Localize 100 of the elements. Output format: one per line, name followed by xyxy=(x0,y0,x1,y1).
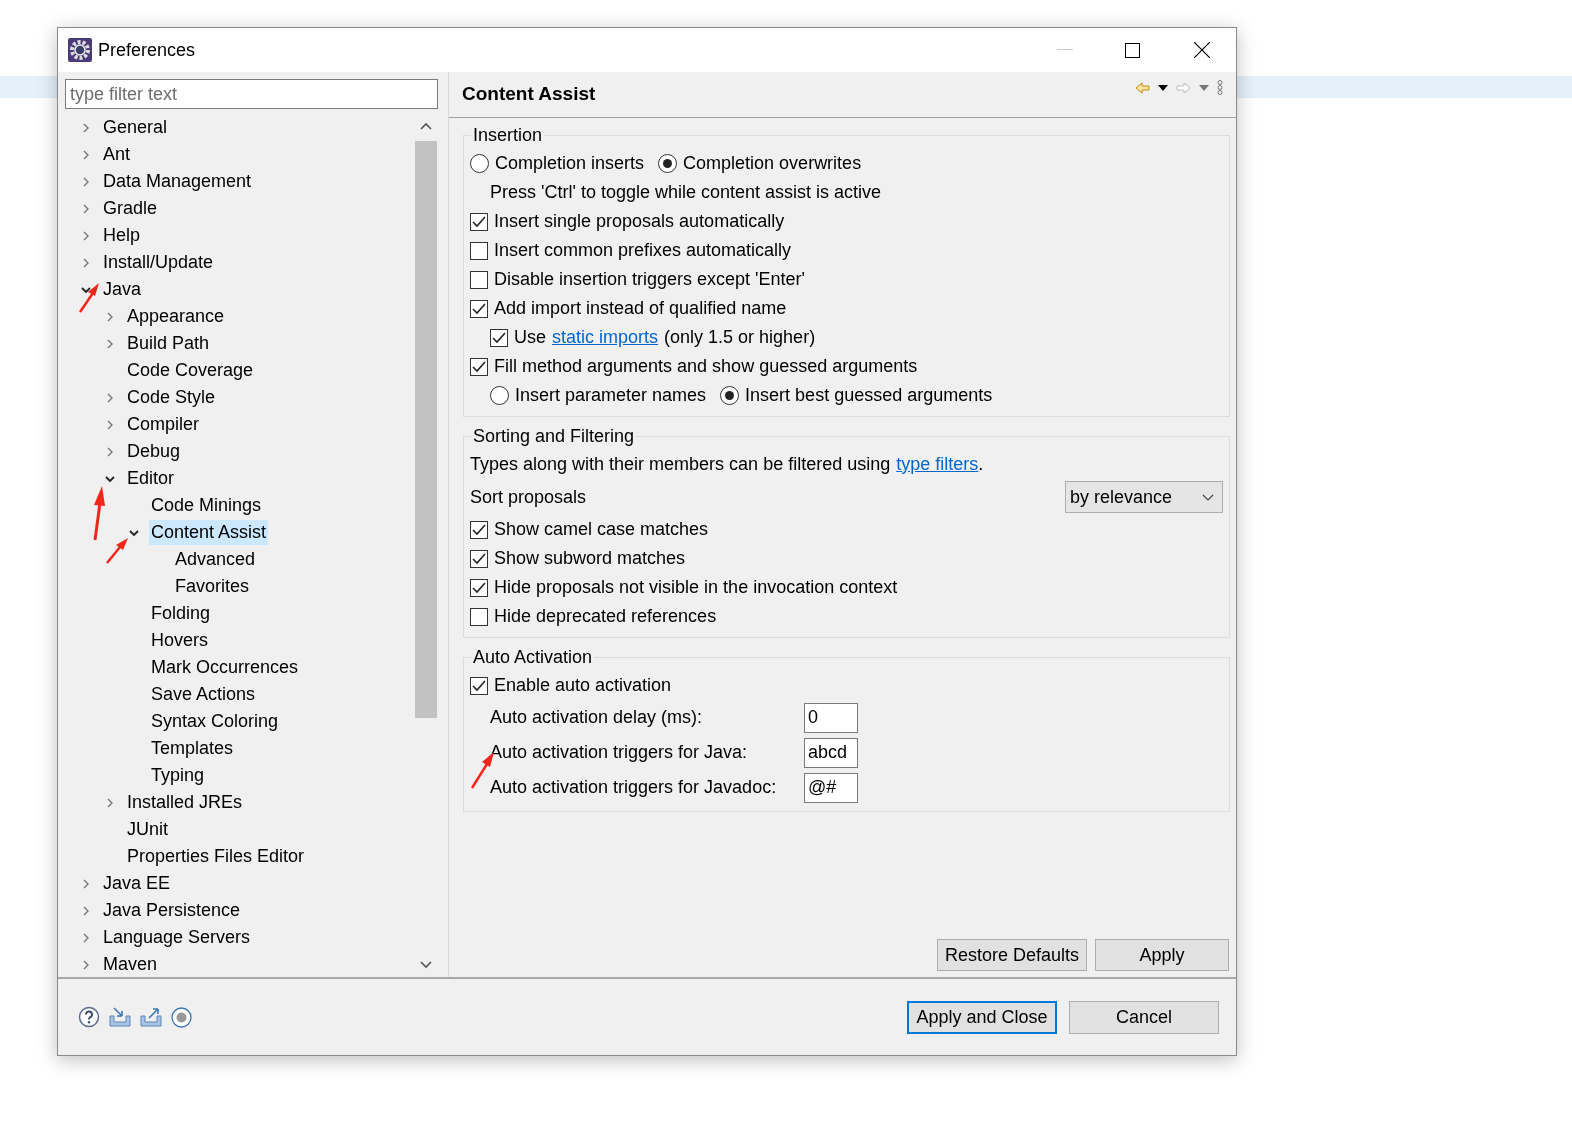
tree-item[interactable]: JUnit xyxy=(125,817,170,842)
dialog-button[interactable]: Cancel xyxy=(1069,1000,1219,1034)
expand-chevron-icon[interactable] xyxy=(81,203,91,214)
import-icon[interactable] xyxy=(109,1007,131,1027)
label-text: Insert best guessed arguments xyxy=(745,384,993,407)
tree-item[interactable]: Code Coverage xyxy=(125,358,256,383)
collapse-chevron-icon[interactable] xyxy=(105,473,115,484)
expand-chevron-icon[interactable] xyxy=(81,230,91,241)
tree-item[interactable]: Appearance xyxy=(125,304,227,329)
label-text: Hide deprecated references xyxy=(494,605,717,628)
tree-item[interactable]: Typing xyxy=(149,763,207,788)
expand-chevron-icon[interactable] xyxy=(81,932,91,943)
tree-item[interactable]: Editor xyxy=(125,466,177,491)
expand-chevron-icon[interactable] xyxy=(81,905,91,916)
tree-item[interactable]: Java xyxy=(101,277,144,302)
expand-chevron-icon[interactable] xyxy=(81,878,91,889)
sort-dropdown[interactable]: by relevance xyxy=(1065,481,1223,513)
link[interactable]: static imports xyxy=(552,324,659,351)
tree-item[interactable]: Build Path xyxy=(125,331,212,356)
group-title: Sorting and Filtering xyxy=(472,425,636,448)
expand-chevron-icon[interactable] xyxy=(105,392,115,403)
tree-item[interactable]: Help xyxy=(101,223,143,248)
expand-chevron-icon[interactable] xyxy=(105,338,115,349)
expand-chevron-icon[interactable] xyxy=(105,797,115,808)
checkbox[interactable] xyxy=(470,520,488,539)
expand-chevron-icon[interactable] xyxy=(81,176,91,187)
expand-chevron-icon[interactable] xyxy=(105,311,115,322)
tree-item[interactable]: Syntax Coloring xyxy=(149,709,281,734)
tree-item[interactable]: Save Actions xyxy=(149,682,258,707)
label-text: Insert single proposals automatically xyxy=(494,210,785,233)
scroll-down-icon[interactable] xyxy=(420,961,432,969)
close-icon[interactable] xyxy=(1194,42,1210,58)
checkbox[interactable] xyxy=(470,357,488,376)
tree-item[interactable]: Code Minings xyxy=(149,493,264,518)
expand-chevron-icon[interactable] xyxy=(81,257,91,268)
tree-item[interactable]: Installed JREs xyxy=(125,790,245,815)
more-icon[interactable] xyxy=(1217,80,1223,95)
input-field[interactable]: abcd xyxy=(804,737,858,768)
tree-item[interactable]: Mark Occurrences xyxy=(149,655,301,680)
tree-item[interactable]: Install/Update xyxy=(101,250,216,275)
label-text: Show camel case matches xyxy=(494,518,709,541)
input-field[interactable]: @# xyxy=(804,772,858,803)
collapse-chevron-icon[interactable] xyxy=(129,527,139,538)
dialog-button[interactable]: Apply and Close xyxy=(907,1000,1057,1034)
radio-button[interactable] xyxy=(720,386,740,405)
checkbox[interactable] xyxy=(470,241,488,260)
expand-chevron-icon[interactable] xyxy=(81,122,91,133)
tree-item[interactable]: Templates xyxy=(149,736,236,761)
checkbox[interactable] xyxy=(470,270,488,289)
tree-item[interactable]: Maven xyxy=(101,952,160,977)
tree-item[interactable]: Compiler xyxy=(125,412,202,437)
tree-item[interactable]: Gradle xyxy=(101,196,160,221)
tree-item[interactable]: General xyxy=(101,115,170,140)
radio-button[interactable] xyxy=(470,154,489,173)
tree-item[interactable]: Ant xyxy=(101,142,133,167)
maximize-icon[interactable] xyxy=(1125,42,1140,58)
label-text: Sort proposals xyxy=(470,485,587,509)
filter-field[interactable]: type filter text xyxy=(65,79,438,109)
label-text: Auto activation delay (ms): xyxy=(490,706,704,729)
tree-item[interactable]: Data Management xyxy=(101,169,254,194)
checkbox[interactable] xyxy=(470,299,488,318)
expand-chevron-icon[interactable] xyxy=(105,446,115,457)
tree-item[interactable]: Advanced xyxy=(173,547,258,572)
label-text: Auto activation triggers for Java: xyxy=(490,741,749,764)
checkbox[interactable] xyxy=(470,607,488,626)
label-text: Auto activation triggers for Javadoc: xyxy=(490,776,778,799)
action-button[interactable]: Restore Defaults xyxy=(937,939,1087,971)
tree-item[interactable]: Folding xyxy=(149,601,213,626)
tree-item[interactable]: Java EE xyxy=(101,871,173,896)
collapse-chevron-icon[interactable] xyxy=(81,284,91,295)
tree-item[interactable]: Favorites xyxy=(173,574,252,599)
checkbox[interactable] xyxy=(490,328,508,347)
record-icon[interactable] xyxy=(171,1006,192,1028)
input-field[interactable]: 0 xyxy=(804,702,858,733)
tree-item[interactable]: Debug xyxy=(125,439,183,464)
expand-chevron-icon[interactable] xyxy=(105,419,115,430)
tree-item[interactable]: Code Style xyxy=(125,385,218,410)
expand-chevron-icon[interactable] xyxy=(81,149,91,160)
scroll-thumb[interactable] xyxy=(415,141,437,718)
scroll-up-icon[interactable] xyxy=(420,122,432,130)
link[interactable]: type filters xyxy=(896,451,979,478)
tree-item[interactable]: Java Persistence xyxy=(101,898,243,923)
tree-item[interactable]: Hovers xyxy=(149,628,210,653)
page-title: Content Assist xyxy=(462,82,596,107)
radio-button[interactable] xyxy=(658,154,678,173)
expand-chevron-icon[interactable] xyxy=(81,959,91,970)
checkbox[interactable] xyxy=(470,212,488,231)
export-icon[interactable] xyxy=(140,1007,162,1027)
help-icon[interactable] xyxy=(78,1006,100,1028)
radio-button[interactable] xyxy=(490,386,509,405)
action-button[interactable]: Apply xyxy=(1095,939,1229,971)
checkbox[interactable] xyxy=(470,549,488,568)
checkbox[interactable] xyxy=(470,578,488,597)
tree-item[interactable]: Language Servers xyxy=(101,925,253,950)
note-text: Press 'Ctrl' to toggle while content assist is active xyxy=(490,181,882,204)
tree-item[interactable]: Content Assist xyxy=(149,520,269,545)
label-text: Insert parameter names xyxy=(515,384,707,407)
tree-item[interactable]: Properties Files Editor xyxy=(125,844,307,869)
checkbox[interactable] xyxy=(470,676,488,695)
dropdown-icon[interactable] xyxy=(1158,84,1168,91)
